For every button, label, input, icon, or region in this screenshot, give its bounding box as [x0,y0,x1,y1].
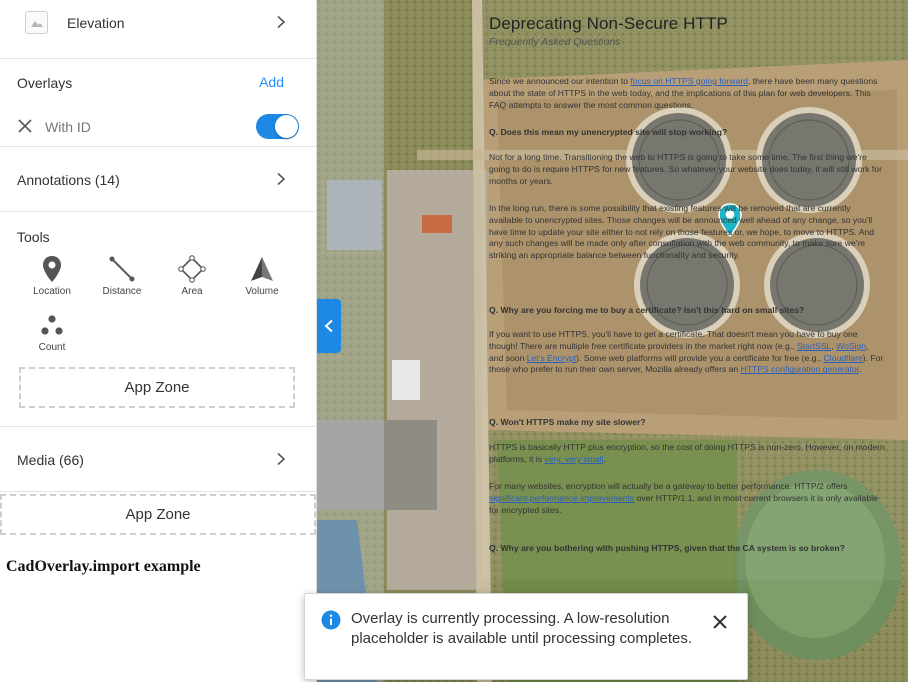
tool-area[interactable]: Area [157,254,227,297]
document-link[interactable]: Cloudflare [824,353,863,363]
area-polygon-icon [157,254,227,284]
tool-distance[interactable]: Distance [87,254,157,297]
add-overlay-link[interactable]: Add [259,74,284,90]
tool-volume[interactable]: Volume [227,254,297,297]
divider [0,426,316,427]
tool-label: Location [33,286,71,297]
tool-location[interactable]: Location [17,254,87,297]
close-icon[interactable] [709,611,731,633]
tool-label: Distance [102,286,142,297]
document-answer: HTTPS is basically HTTP plus encryption,… [489,442,885,466]
toggle-knob [275,115,298,138]
document-answer: Not for a long time. Transitioning the w… [489,152,882,186]
document-subtitle: Frequently Asked Questions [489,36,621,48]
tools-heading: Tools [17,229,50,245]
document-link[interactable]: Let's Encrypt [527,353,576,363]
sidebar-panel: Elevation Overlays Add With ID Annotatio… [0,0,317,682]
overlay-document: Deprecating Non-Secure HTTP Frequently A… [489,14,889,553]
chevron-right-icon[interactable] [276,15,286,29]
chevron-right-icon[interactable] [276,172,286,186]
document-link[interactable]: WoSign [836,341,866,351]
processing-toast: Overlay is currently processing. A low-r… [304,593,748,680]
annotations-label: Annotations (14) [17,172,120,188]
collapse-sidebar-button[interactable] [317,299,341,353]
document-question: Q. Does this mean my unencrypted site wi… [489,127,728,137]
document-title: Deprecating Non-Secure HTTP [489,14,728,33]
location-pin-icon [17,254,87,284]
document-link[interactable]: significant performance improvements [489,493,634,503]
close-icon[interactable] [17,118,33,134]
divider [0,146,316,147]
overlay-item-label: With ID [45,119,91,135]
tool-label: Volume [245,286,279,297]
count-dots-icon [17,310,87,340]
document-intro: Since we announced our intention to focu… [489,76,885,111]
text-run: For many websites, encryption will actua… [489,481,848,491]
elevation-image-icon [25,11,48,34]
document-question: Q. Won't HTTPS make my site slower? [489,417,646,427]
overlays-heading: Overlays [17,75,73,91]
text-run: . [859,364,862,375]
overlay-visibility-toggle[interactable] [256,114,299,139]
chevron-right-icon[interactable] [276,452,286,466]
document-link[interactable]: focus on HTTPS going forward [630,76,748,86]
toast-message: Overlay is currently processing. A low-r… [351,610,693,647]
document-link[interactable]: very, very small [544,454,603,464]
text-run: Since we announced our intention to [489,76,631,86]
example-title: CadOverlay.import example [6,558,201,575]
info-icon [321,610,341,630]
tool-label: Count [38,342,66,353]
document-link[interactable]: StartSSL [797,341,831,351]
divider [0,211,316,212]
document-answer: In the long run, there is some possibili… [489,203,875,261]
divider [0,491,316,492]
document-question: Q. Why are you bothering with pushing HT… [489,543,845,553]
distance-ruler-icon [87,254,157,284]
volume-cone-icon [227,254,297,284]
document-link[interactable]: HTTPS configuration generator [741,364,859,374]
document-question: Q. Why are you forcing me to buy a certi… [489,305,805,315]
text-run: ). Some web platforms will provide you a… [576,352,824,363]
elevation-label: Elevation [67,15,125,31]
document-answer: For many websites, encryption will actua… [489,481,885,516]
chevron-left-icon [324,319,333,333]
app-zone[interactable]: App Zone [0,494,316,535]
divider [0,58,316,59]
text-run: . [603,453,606,464]
tool-count[interactable]: Count [17,310,87,353]
tool-label: Area [181,286,203,297]
document-answer: If you want to use HTTPS, you'll have to… [489,329,885,376]
app-zone[interactable]: App Zone [19,367,295,408]
media-label: Media (66) [17,452,84,468]
